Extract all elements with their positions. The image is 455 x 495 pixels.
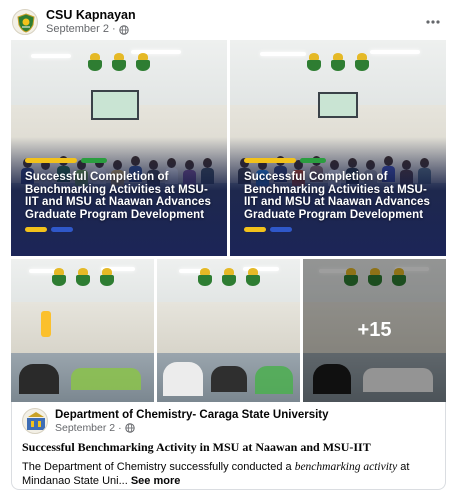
more-photos-overlay[interactable]: +15 xyxy=(303,259,446,402)
logo-icon xyxy=(245,267,261,286)
more-photos-count: +15 xyxy=(357,319,392,341)
group-photo-scene xyxy=(230,40,446,256)
shared-post-title: Successful Benchmarking Activity in MSU … xyxy=(22,440,371,454)
shared-post-header: Department of Chemistry- Caraga State Un… xyxy=(22,408,437,434)
photo-3[interactable] xyxy=(11,259,154,402)
event-logos xyxy=(11,52,227,71)
photo-2-caption: Successful Completion of Benchmarking Ac… xyxy=(244,171,430,221)
logo-icon xyxy=(87,52,103,71)
shared-page-name[interactable]: Department of Chemistry- Caraga State Un… xyxy=(55,408,329,422)
logo-icon xyxy=(99,267,115,286)
more-options-button[interactable] xyxy=(421,10,445,34)
post-subline: September 2 · xyxy=(46,23,136,36)
logo-icon xyxy=(330,52,346,71)
body-text-start: The Department of Chemistry successfully… xyxy=(22,461,295,473)
photo-1[interactable]: Successful Completion of Benchmarking Ac… xyxy=(11,40,227,256)
caption-accent-bottom xyxy=(244,227,292,232)
meta-separator: · xyxy=(118,422,122,434)
see-more-link[interactable]: See more xyxy=(131,475,181,487)
meta-separator: · xyxy=(111,23,116,35)
shared-page-avatar[interactable] xyxy=(22,408,48,434)
post-meta: CSU Kapnayan September 2 · xyxy=(46,8,136,36)
classroom-scene xyxy=(11,259,154,402)
logo-icon xyxy=(135,52,151,71)
university-seal-icon xyxy=(17,13,35,33)
post-date[interactable]: September 2 xyxy=(46,23,109,36)
shared-post-subline: September 2 · xyxy=(55,422,329,434)
caption-accent-top xyxy=(25,158,107,163)
logo-icon xyxy=(221,267,237,286)
shared-post-card[interactable]: Department of Chemistry- Caraga State Un… xyxy=(11,402,446,490)
post-card: CSU Kapnayan September 2 · Successful Co… xyxy=(0,0,455,495)
event-logos xyxy=(230,52,446,71)
caption-accent-bottom xyxy=(25,227,73,232)
logo-icon xyxy=(111,52,127,71)
globe-icon xyxy=(118,24,129,35)
page-avatar[interactable] xyxy=(12,9,38,35)
classroom-scene xyxy=(157,259,300,402)
more-horizontal-icon xyxy=(426,20,440,24)
logo-icon xyxy=(354,52,370,71)
body-emphasis: benchmarking activity xyxy=(294,461,398,473)
shared-post-meta: Department of Chemistry- Caraga State Un… xyxy=(55,408,329,434)
group-photo-scene xyxy=(11,40,227,256)
post-header: CSU Kapnayan September 2 · xyxy=(12,6,445,38)
department-seal-icon xyxy=(27,412,45,430)
photo-1-caption: Successful Completion of Benchmarking Ac… xyxy=(25,171,211,221)
logo-icon xyxy=(306,52,322,71)
event-logos xyxy=(11,267,154,286)
photo-4[interactable] xyxy=(157,259,300,402)
logo-icon xyxy=(75,267,91,286)
photo-5[interactable]: +15 xyxy=(303,259,446,402)
shared-post-body: The Department of Chemistry successfully… xyxy=(22,460,437,488)
shared-post-date[interactable]: September 2 xyxy=(55,422,115,434)
page-name[interactable]: CSU Kapnayan xyxy=(46,8,136,23)
caption-accent-top xyxy=(244,158,326,163)
event-logos xyxy=(157,267,300,286)
photo-2[interactable]: Successful Completion of Benchmarking Ac… xyxy=(230,40,446,256)
logo-icon xyxy=(51,267,67,286)
logo-icon xyxy=(197,267,213,286)
globe-icon xyxy=(124,423,135,433)
photo-grid: Successful Completion of Benchmarking Ac… xyxy=(11,40,446,402)
